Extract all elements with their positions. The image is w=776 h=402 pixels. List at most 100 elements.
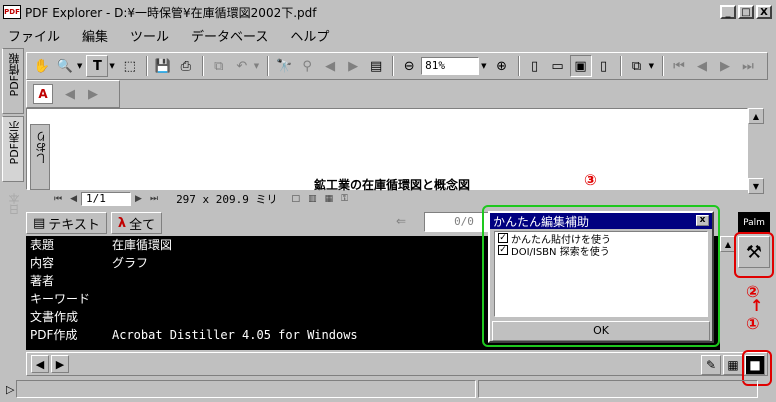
checkbox-easy-paste[interactable]: ✓	[498, 233, 508, 243]
dialog-close-button[interactable]: x	[696, 215, 709, 226]
hand-tool-icon[interactable]: ✋	[31, 55, 53, 77]
dialog-title-bar: かんたん編集補助 x	[490, 213, 712, 229]
print-icon[interactable]: ⎙	[175, 55, 197, 77]
menu-file[interactable]: ファイル	[8, 26, 60, 45]
zoom-level-field[interactable]: 81%	[421, 57, 480, 75]
tab-text[interactable]: ▤ テキスト	[26, 212, 107, 234]
highlight-ring-tools	[734, 232, 774, 278]
fit-page-icon[interactable]: ▭	[547, 55, 569, 77]
dialog-title: かんたん編集補助	[493, 214, 590, 229]
checkbox-doi-isbn[interactable]: ✓	[498, 245, 508, 255]
annotation-arrow: ↑	[750, 296, 764, 315]
annotation-1: ①	[746, 314, 760, 333]
tab-pdf-view[interactable]: PDF表示	[2, 116, 24, 182]
continuous-icon[interactable]: ▥	[308, 194, 317, 204]
next-page-nav-icon[interactable]: ▶	[135, 194, 142, 204]
close-button[interactable]: X	[756, 5, 772, 19]
info-key: 著者	[30, 274, 55, 288]
fit-visible-icon[interactable]: ▯	[593, 55, 615, 77]
toolbar-separator	[517, 56, 520, 76]
page-layout-dropdown-icon[interactable]: ▼	[649, 62, 654, 70]
last-page-nav-icon[interactable]: ⏭	[150, 194, 158, 204]
find-next-icon[interactable]: ▶	[342, 55, 364, 77]
toolbar-separator	[661, 56, 664, 76]
page-layout-icon[interactable]: ⧉	[626, 55, 648, 77]
text-tab-label: テキスト	[48, 217, 100, 233]
zoom-in-icon[interactable]: ⊕	[491, 55, 513, 77]
actual-size-icon[interactable]: ▯	[524, 55, 546, 77]
prev-page-nav-icon[interactable]: ◀	[70, 194, 77, 204]
tab-bookmarks[interactable]: しおり	[30, 124, 50, 190]
acrobat-icon[interactable]: A	[33, 84, 53, 104]
facing-icon[interactable]: ▦	[325, 194, 334, 204]
status-cell-secondary	[478, 380, 759, 398]
bottom-nav-bar: ◀ ▶ ✎ ▦ ■	[26, 352, 768, 376]
nav-forward-icon[interactable]: ▶	[51, 355, 69, 373]
forward-icon[interactable]: ▶	[82, 83, 104, 105]
dialog-ok-button[interactable]: OK	[492, 321, 710, 341]
menu-database[interactable]: データベース	[191, 26, 268, 45]
scroll-down-icon[interactable]: ▼	[748, 178, 764, 194]
properties-icon[interactable]: ▤	[365, 55, 387, 77]
edit-note-icon[interactable]: ✎	[701, 355, 721, 375]
left-tab-strip: PDF情報 PDF表示 日本	[2, 48, 24, 358]
grid-view-icon[interactable]: ▦	[723, 355, 743, 375]
acrobat-toolbar: A ◀ ▶	[26, 80, 120, 108]
prev-page-icon[interactable]: ◀	[691, 55, 713, 77]
info-key: PDF作成	[30, 328, 78, 342]
maximize-button[interactable]: □	[738, 5, 754, 19]
undo-icon[interactable]: ↶	[231, 55, 253, 77]
zoom-level-dropdown-icon[interactable]: ▼	[481, 62, 486, 70]
counter-arrow-icon[interactable]: ⇐	[396, 214, 406, 228]
document-scrollbar[interactable]: ▲ ▼	[748, 108, 766, 196]
next-page-icon[interactable]: ▶	[714, 55, 736, 77]
fit-width-icon[interactable]: ▣	[569, 55, 592, 77]
edit-assist-dialog: かんたん編集補助 x ✓ かんたん貼付けを使う ✓ DOI/ISBN 探索を使う…	[488, 211, 714, 343]
copy-icon[interactable]: ⧉	[208, 55, 230, 77]
menu-tools[interactable]: ツール	[130, 26, 169, 45]
all-tab-label: 全て	[129, 217, 156, 233]
back-icon[interactable]: ◀	[59, 83, 81, 105]
menu-help[interactable]: ヘルプ	[290, 26, 329, 45]
find-prev-icon[interactable]: ◀	[319, 55, 341, 77]
tab-all[interactable]: λ 全て	[110, 212, 163, 234]
text-select-dropdown-icon[interactable]: ▼	[109, 62, 114, 70]
tab-ghost: 日本	[2, 188, 24, 254]
zoom-tool-dropdown-icon[interactable]: ▼	[77, 62, 82, 70]
find-icon[interactable]: 🔭	[273, 55, 295, 77]
first-page-icon[interactable]: ⏮	[668, 55, 690, 77]
option-doi-isbn[interactable]: ✓ DOI/ISBN 探索を使う	[495, 244, 707, 258]
menu-edit[interactable]: 編集	[82, 26, 108, 45]
snapshot-icon[interactable]: ⬚	[119, 55, 141, 77]
tab-pdf-info-label: PDF情報	[8, 53, 21, 97]
single-page-icon[interactable]: □	[292, 194, 301, 204]
find-replace-icon[interactable]: ⚲	[296, 55, 318, 77]
zoom-tool-icon[interactable]: 🔍	[54, 55, 76, 77]
nav-back-icon[interactable]: ◀	[31, 355, 49, 373]
tab-pdf-view-label: PDF表示	[8, 121, 21, 165]
last-page-icon[interactable]: ⏭	[737, 55, 759, 77]
text-select-icon[interactable]: T	[86, 55, 109, 77]
key-icon[interactable]: ⚿	[341, 194, 348, 204]
tab-pdf-info[interactable]: PDF情報	[2, 48, 24, 114]
info-value: グラフ	[112, 256, 149, 270]
window-title: PDF Explorer - D:¥一時保管¥在庫循環図2002下.pdf	[25, 5, 317, 20]
scroll-up-icon[interactable]: ▲	[748, 108, 764, 124]
first-page-nav-icon[interactable]: ⏮	[54, 194, 62, 204]
toolbar-separator	[267, 56, 270, 76]
app-icon: PDF	[3, 5, 21, 19]
info-key: 表題	[30, 238, 55, 252]
undo-dropdown-icon[interactable]: ▼	[254, 62, 259, 70]
palm-label: Palm	[738, 212, 770, 234]
page-number-field[interactable]: 1/1	[81, 192, 132, 206]
toolbar-separator	[392, 56, 395, 76]
save-icon[interactable]: 💾	[152, 55, 174, 77]
toolbar-separator	[145, 56, 148, 76]
info-value: 在庫循環図	[112, 238, 173, 252]
zoom-out-icon[interactable]: ⊖	[398, 55, 420, 77]
option-doi-isbn-label: DOI/ISBN 探索を使う	[511, 246, 610, 258]
status-bar: ▷	[0, 378, 776, 400]
info-value: Acrobat Distiller 4.05 for Windows	[112, 328, 358, 342]
minimize-button[interactable]: _	[720, 5, 736, 19]
menu-bar: ファイル 編集 ツール データベース ヘルプ	[0, 24, 776, 46]
